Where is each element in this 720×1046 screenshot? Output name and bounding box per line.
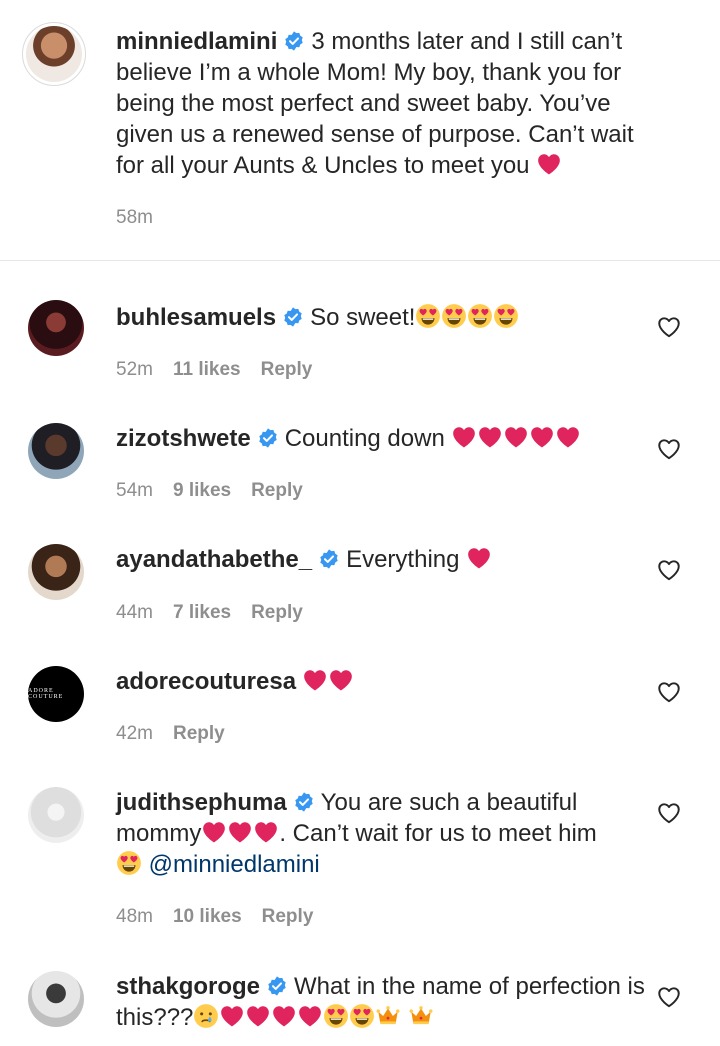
heart-outline-icon[interactable]: [656, 436, 682, 462]
reply-button[interactable]: Reply: [251, 602, 303, 623]
comment-text: adorecouturesa: [116, 666, 666, 697]
red-heart-emoji: [219, 1003, 245, 1029]
crown-emoji: [408, 1003, 434, 1029]
reply-button[interactable]: Reply: [262, 906, 314, 927]
red-heart-emoji: [503, 424, 529, 450]
red-heart-emoji: [555, 424, 581, 450]
avatar[interactable]: [28, 787, 84, 843]
comment-meta: 52m 11 likes Reply: [116, 359, 332, 381]
comment-body-cont: . Can’t wait for us to meet him: [279, 820, 597, 847]
comment-body: So sweet!: [310, 304, 416, 331]
comment-text: sthakgoroge What in the name of perfectio…: [116, 971, 666, 1033]
comment-meta: 54m 9 likes Reply: [116, 480, 323, 502]
heart-outline-icon[interactable]: [656, 557, 682, 583]
heart-outline-icon[interactable]: [656, 679, 682, 705]
likes-count[interactable]: 10 likes: [173, 906, 242, 927]
red-heart-emoji: [297, 1003, 323, 1029]
comment-body: Everything: [346, 546, 460, 573]
red-heart-emoji: [466, 545, 492, 571]
comment-text: judithsephuma You are such a beautiful mo…: [116, 787, 666, 880]
heart-outline-icon[interactable]: [656, 314, 682, 340]
username[interactable]: buhlesamuels: [116, 304, 276, 331]
crown-emoji: [375, 1003, 401, 1029]
red-heart-emoji: [302, 667, 328, 693]
likes-count[interactable]: 9 likes: [173, 480, 231, 501]
verified-badge-icon: [318, 548, 340, 570]
red-heart-emoji: [529, 424, 555, 450]
red-heart-emoji: [253, 819, 279, 845]
verified-badge-icon: [293, 791, 315, 813]
heart-eyes-emoji: [493, 303, 519, 329]
heart-eyes-emoji: [441, 303, 467, 329]
timestamp: 44m: [116, 602, 153, 623]
heart-eyes-emoji: [349, 1003, 375, 1029]
username[interactable]: sthakgoroge: [116, 973, 260, 1000]
caption: minniedlamini 3 months later and I still …: [0, 0, 720, 261]
comment-text: buhlesamuels So sweet!: [116, 302, 666, 333]
reply-button[interactable]: Reply: [261, 359, 313, 380]
username[interactable]: minniedlamini: [116, 28, 277, 55]
avatar[interactable]: [28, 971, 84, 1027]
avatar[interactable]: [28, 300, 84, 356]
red-heart-emoji: [536, 151, 562, 177]
red-heart-emoji: [477, 424, 503, 450]
mention-link[interactable]: @minniedlamini: [149, 851, 320, 878]
heart-eyes-emoji: [415, 303, 441, 329]
red-heart-emoji: [271, 1003, 297, 1029]
reply-button[interactable]: Reply: [173, 723, 225, 744]
avatar-logo-text: ADORE COUTURE: [28, 688, 64, 700]
avatar[interactable]: ADORE COUTURE: [28, 666, 84, 722]
comment-body: Counting down: [284, 425, 445, 452]
username[interactable]: adorecouturesa: [116, 668, 296, 695]
timestamp: 52m: [116, 359, 153, 380]
likes-count[interactable]: 7 likes: [173, 602, 231, 623]
comment-text: zizotshwete Counting down: [116, 423, 666, 454]
red-heart-emoji: [227, 819, 253, 845]
username[interactable]: zizotshwete: [116, 425, 251, 452]
red-heart-emoji: [451, 424, 477, 450]
username[interactable]: judithsephuma: [116, 789, 287, 816]
avatar[interactable]: [22, 22, 86, 86]
reply-button[interactable]: Reply: [251, 480, 303, 501]
heart-eyes-emoji: [323, 1003, 349, 1029]
verified-badge-icon: [257, 427, 279, 449]
caption-text: minniedlamini 3 months later and I still …: [116, 26, 666, 181]
red-heart-emoji: [328, 667, 354, 693]
heart-outline-icon[interactable]: [656, 984, 682, 1010]
heart-eyes-emoji: [116, 850, 142, 876]
heart-eyes-emoji: [467, 303, 493, 329]
comment-meta: 42m Reply: [116, 723, 245, 745]
avatar[interactable]: [28, 423, 84, 479]
comment-meta: 48m 10 likes Reply: [116, 906, 333, 928]
comment-text: ayandathabethe_ Everything: [116, 544, 666, 575]
timestamp: 48m: [116, 906, 153, 927]
timestamp: 58m: [116, 207, 153, 228]
comment-meta: 44m 7 likes Reply: [116, 602, 323, 624]
verified-badge-icon: [266, 975, 288, 997]
avatar[interactable]: [28, 544, 84, 600]
red-heart-emoji: [245, 1003, 271, 1029]
verified-badge-icon: [282, 306, 304, 328]
heart-outline-icon[interactable]: [656, 800, 682, 826]
crying-emoji: [193, 1003, 219, 1029]
username[interactable]: ayandathabethe_: [116, 546, 312, 573]
timestamp: 54m: [116, 480, 153, 501]
likes-count[interactable]: 11 likes: [173, 359, 241, 380]
verified-badge-icon: [283, 30, 305, 52]
caption-meta: 58m: [116, 207, 173, 229]
red-heart-emoji: [201, 819, 227, 845]
timestamp: 42m: [116, 723, 153, 744]
